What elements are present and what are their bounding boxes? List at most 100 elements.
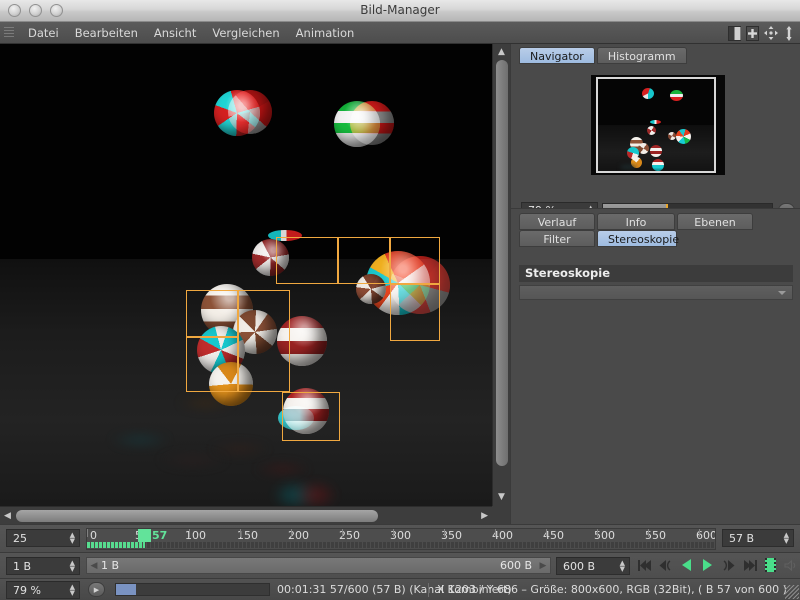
nav-sphere (668, 132, 676, 140)
render-progress-bar-fill (116, 584, 136, 595)
window-title: Bild-Manager (360, 3, 440, 17)
range-left-handle-icon[interactable]: ◀ (87, 558, 101, 573)
menu-ansicht[interactable]: Ansicht (146, 22, 204, 44)
tab-navigator[interactable]: Navigator (519, 47, 595, 64)
status-separator (428, 583, 429, 597)
window-resize-grip[interactable] (785, 585, 799, 599)
nav-sphere (676, 129, 691, 144)
inspector-panel: Verlauf Info Ebenen Filter Stereoskopie … (511, 208, 800, 524)
navigator-body: 79 % ▲▼ ▶ (513, 64, 799, 219)
ruler-major-tick (291, 529, 292, 537)
sphere-anaglyph-offset (228, 90, 272, 134)
ruler-major-tick (342, 529, 343, 537)
timeline-bar: 25 ▲▼ 0 50 100 150 200 250 300 350 400 4… (0, 524, 800, 552)
menubar-icons (727, 25, 796, 41)
scrollbar-corner (492, 506, 510, 524)
render-film-icon[interactable] (762, 557, 779, 573)
stereoskopie-dropdown[interactable] (519, 285, 793, 300)
start-frame-stepper-icon[interactable]: ▲ ▼ (70, 560, 75, 573)
menubar-grip-icon[interactable] (4, 27, 14, 39)
ball-shadow (158, 452, 228, 468)
navigator-thumbnail[interactable] (596, 77, 716, 173)
menu-bearbeiten[interactable]: Bearbeiten (67, 22, 146, 44)
add-layer-icon[interactable] (745, 25, 760, 41)
tab-stereoskopie[interactable]: Stereoskopie (597, 230, 679, 247)
tab-ebenen[interactable]: Ebenen (677, 213, 753, 230)
horizontal-scroll-thumb[interactable] (16, 510, 378, 522)
fps-value: 25 (13, 531, 27, 545)
sphere-red-white-mid (277, 316, 327, 366)
start-frame-field[interactable]: 1 B ▲ ▼ (6, 557, 80, 575)
transport-bar: 1 B ▲ ▼ ◀ 1 B 600 B ▶ 600 B ▲ ▼ (0, 552, 800, 578)
timeline-ruler[interactable]: 0 50 100 150 200 250 300 350 400 450 500… (86, 528, 716, 550)
menu-animation[interactable]: Animation (288, 22, 363, 44)
move-icon[interactable] (763, 25, 778, 41)
range-right-handle-icon[interactable]: ▶ (536, 558, 550, 573)
canvas-horizontal-scrollbar[interactable]: ◀ ▶ (0, 506, 492, 524)
range-end-value: 600 B (563, 559, 596, 573)
inspector-tabs-row-1: Verlauf Info Ebenen (519, 213, 755, 230)
tab-filter[interactable]: Filter (519, 230, 595, 247)
go-to-start-icon[interactable] (636, 557, 653, 573)
fps-field[interactable]: 25 ▲ ▼ (6, 529, 80, 547)
canvas-vertical-scrollbar[interactable]: ▲ ▼ (492, 44, 510, 506)
nav-sphere (650, 120, 661, 124)
ruler-major-tick (648, 529, 649, 537)
sphere-brown-white-small (356, 274, 386, 304)
status-zoom-value: 79 % (13, 583, 41, 597)
range-end-label: 600 B (499, 559, 532, 572)
split-view-icon[interactable] (727, 25, 742, 41)
status-zoom-stepper-icon[interactable]: ▲ ▼ (70, 584, 75, 597)
ball-shadow (210, 442, 270, 456)
end-frame-field[interactable]: 57 B ▲ ▼ (722, 529, 794, 547)
range-end-field[interactable]: 600 B ▲ ▼ (556, 557, 630, 575)
scroll-right-arrow-icon[interactable]: ▶ (481, 512, 488, 521)
step-back-icon[interactable] (657, 557, 674, 573)
ruler-major-tick (444, 529, 445, 537)
timeline-playhead[interactable] (138, 529, 151, 543)
end-frame-value: 57 B (729, 531, 755, 545)
nav-sphere (647, 126, 656, 135)
menu-datei[interactable]: Datei (20, 22, 67, 44)
nav-sphere (642, 88, 654, 99)
go-to-end-icon[interactable] (741, 557, 758, 573)
menu-vergleichen[interactable]: Vergleichen (204, 22, 287, 44)
frame-range-slider[interactable]: ◀ 1 B 600 B ▶ (86, 557, 551, 574)
pan-vertical-icon[interactable] (781, 25, 796, 41)
bild-manager-window: Bild-Manager Datei Bearbeiten Ansicht Ve… (0, 0, 800, 600)
sphere-cyan-offset-lower (278, 406, 314, 430)
step-forward-icon[interactable] (720, 557, 737, 573)
scroll-left-arrow-icon[interactable]: ◀ (4, 512, 11, 521)
render-progress-hatch (87, 542, 715, 548)
ball-shadow (292, 480, 338, 506)
range-end-stepper-icon[interactable]: ▲ ▼ (620, 560, 625, 573)
rendered-image[interactable] (0, 44, 492, 506)
fps-stepper-icon[interactable]: ▲ ▼ (70, 532, 75, 545)
ruler-major-tick (546, 529, 547, 537)
end-frame-stepper-icon[interactable]: ▲ ▼ (784, 532, 789, 545)
tab-verlauf[interactable]: Verlauf (519, 213, 595, 230)
stereoskopie-section-header: Stereoskopie (519, 265, 793, 282)
render-progress-bar (115, 583, 270, 596)
ball-shadow (255, 462, 310, 476)
scroll-up-arrow-icon[interactable]: ▲ (498, 48, 505, 57)
scroll-down-arrow-icon[interactable]: ▼ (498, 493, 505, 502)
image-canvas-area[interactable]: ▲ ▼ ◀ ▶ (0, 44, 510, 524)
status-play-button[interactable]: ▶ (88, 582, 105, 597)
nav-sphere-shadow (620, 165, 636, 169)
play-forward-icon[interactable] (699, 557, 716, 573)
sphere-orange-white (209, 362, 253, 406)
tab-info[interactable]: Info (597, 213, 675, 230)
window-titlebar: Bild-Manager (0, 0, 800, 22)
inspector-tabs-row-2: Filter Stereoskopie (519, 230, 679, 247)
vertical-scroll-thumb[interactable] (496, 60, 508, 466)
play-backward-icon[interactable] (678, 557, 695, 573)
sphere-multicolor-offset (390, 256, 450, 314)
status-bar: 79 % ▲ ▼ ▶ 00:01:31 57/600 (57 B) (Kanal … (0, 578, 800, 600)
tab-histogramm[interactable]: Histogramm (596, 47, 687, 64)
sound-muted-icon[interactable] (783, 557, 800, 573)
transport-controls: ▶ (636, 557, 800, 573)
status-zoom-field[interactable]: 79 % ▲ ▼ (6, 581, 80, 599)
ruler-major-tick (699, 529, 700, 537)
range-start-label: 1 B (101, 559, 120, 572)
